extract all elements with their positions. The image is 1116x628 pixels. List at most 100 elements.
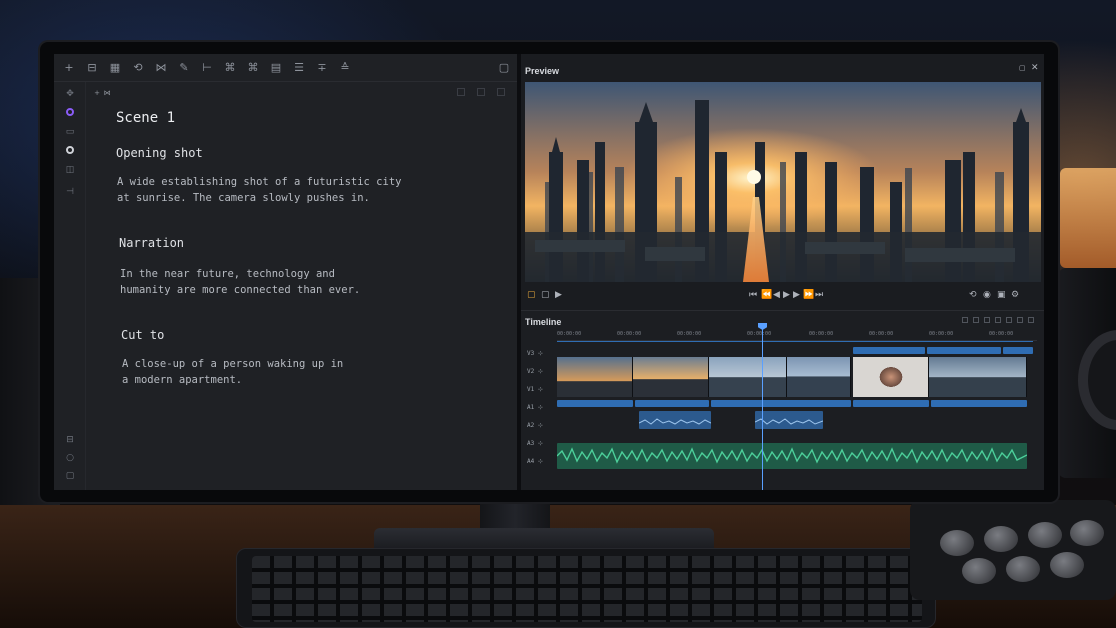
cmd-icon[interactable]: ⌘ — [223, 61, 237, 75]
step-back-icon[interactable]: ⏪ — [761, 290, 772, 300]
console-knob — [1028, 522, 1062, 548]
skip-start-icon[interactable]: ⏮ — [749, 290, 757, 300]
code-icon[interactable]: ⊣ — [64, 186, 76, 198]
view-toggle-icon[interactable] — [477, 88, 485, 96]
preview-viewer[interactable] — [525, 82, 1041, 282]
track-header[interactable]: V2 ⊹ — [527, 365, 555, 379]
timecode-label: 00:00:00 — [929, 331, 954, 337]
timeline-tools — [962, 317, 1034, 323]
video-clip-closeup[interactable] — [853, 357, 929, 397]
razor-tool-icon[interactable] — [962, 317, 968, 323]
track-header[interactable]: V3 ⊹ — [527, 347, 555, 361]
timecode-label: 00:00:00 — [617, 331, 642, 337]
music-clip[interactable] — [557, 443, 1027, 469]
circle-icon[interactable] — [66, 146, 74, 154]
timecode-label: 00:00:00 — [809, 331, 834, 337]
table-icon[interactable]: ▤ — [269, 61, 283, 75]
add-row-icon[interactable]: ∓ — [315, 61, 329, 75]
video-clip[interactable] — [633, 357, 709, 397]
keyboard-keys — [252, 556, 922, 622]
clip-bar[interactable] — [635, 400, 709, 407]
control-console — [910, 500, 1116, 600]
view-toggle-icon[interactable] — [497, 88, 505, 96]
editor-side-rail: ✥ ▭ ◫ ⊣ ⊟ ○ ▢ — [54, 82, 86, 490]
preview-timeline-pane: Preview ▢ ✕ ▢ ▢ ▶ ⏮ ⏪ ◀ ▶ ▶ ⏩ ⏭ ⟲ ◉ ▣ ⚙ … — [521, 54, 1044, 490]
timeline-panel: Timeline 00:00:00 00:00:00 00:00:00 00:0… — [521, 310, 1044, 490]
video-clip[interactable] — [929, 357, 1027, 397]
plus-icon[interactable]: + — [62, 61, 76, 75]
track-header[interactable]: A4 ⊹ — [527, 455, 555, 469]
list-icon[interactable]: ☰ — [292, 61, 306, 75]
next-frame-icon[interactable]: ▶ — [793, 290, 800, 300]
collapse-icon[interactable]: ≙ — [338, 61, 352, 75]
audio-clip[interactable] — [639, 411, 711, 429]
layers-icon[interactable]: ◫ — [64, 164, 76, 176]
export-icon[interactable]: ▣ — [997, 290, 1006, 300]
block-heading: Narration — [119, 236, 185, 250]
clip-bar[interactable] — [711, 400, 851, 407]
camera-icon[interactable]: ◉ — [983, 290, 991, 300]
pen-icon[interactable]: ✎ — [177, 61, 191, 75]
split-view-icon[interactable]: ⊟ — [64, 434, 76, 446]
marker-tool-icon[interactable] — [995, 317, 1001, 323]
editor-toolbar: + ⊟ ▦ ⟲ ⋈ ✎ ⊢ ⌘ ⌘ ▤ ☰ ∓ ≙ ▢ — [54, 54, 517, 82]
console-knob — [962, 558, 996, 584]
video-clip[interactable] — [709, 357, 787, 397]
clip-bar[interactable] — [927, 347, 1001, 354]
clock-icon[interactable]: ○ — [64, 452, 76, 464]
time-ruler[interactable]: 00:00:00 00:00:00 00:00:00 00:00:00 00:0… — [557, 331, 1037, 341]
track-header[interactable]: V1 ⊹ — [527, 383, 555, 397]
clip-bar[interactable] — [853, 347, 925, 354]
settings-icon[interactable]: ⚙ — [1011, 290, 1019, 300]
video-clip[interactable] — [787, 357, 851, 397]
track-header[interactable]: A1 ⊹ — [527, 401, 555, 415]
console-knob — [984, 526, 1018, 552]
close-icon[interactable]: ✕ — [1031, 63, 1039, 73]
settings-square-icon[interactable]: ▢ — [64, 470, 76, 482]
snap-tool-icon[interactable] — [973, 317, 979, 323]
zoom-in-icon[interactable] — [1006, 317, 1012, 323]
play-range-icon[interactable]: ▶ — [555, 290, 562, 300]
track-header[interactable]: A3 ⊹ — [527, 437, 555, 451]
audio-clip[interactable] — [755, 411, 823, 429]
move-icon[interactable]: ✥ — [64, 88, 76, 100]
video-clip[interactable] — [557, 357, 633, 397]
audio-waveform — [639, 418, 711, 425]
play-icon[interactable]: ▶ — [783, 290, 790, 300]
prev-frame-icon[interactable]: ◀ — [773, 290, 780, 300]
view-toggle-icon[interactable] — [457, 88, 465, 96]
cmd2-icon[interactable]: ⌘ — [246, 61, 260, 75]
console-knob — [1006, 556, 1040, 582]
playhead-handle[interactable] — [758, 323, 767, 330]
record-dot-icon[interactable] — [66, 108, 74, 116]
link-tool-icon[interactable] — [984, 317, 990, 323]
step-forward-icon[interactable]: ⏩ — [803, 290, 814, 300]
timecode-label: 00:00:00 — [989, 331, 1014, 337]
clip-bar[interactable] — [931, 400, 1027, 407]
screen: + ⊟ ▦ ⟲ ⋈ ✎ ⊢ ⌘ ⌘ ▤ ☰ ∓ ≙ ▢ ✥ ▭ ◫ ⊣ ⊟ ○ … — [54, 54, 1044, 490]
grid-icon[interactable]: ▦ — [108, 61, 122, 75]
out-point-icon[interactable]: ▢ — [541, 290, 550, 300]
timecode-label: 00:00:00 — [747, 331, 772, 337]
zoom-out-icon[interactable] — [1017, 317, 1023, 323]
align-icon[interactable]: ⊢ — [200, 61, 214, 75]
history-icon[interactable]: ⟲ — [131, 61, 145, 75]
image-icon[interactable]: ▭ — [64, 126, 76, 138]
restore-icon[interactable]: ▢ — [1019, 64, 1026, 72]
maximize-icon[interactable]: ▢ — [497, 61, 511, 75]
console-knob — [940, 530, 974, 556]
merge-icon[interactable]: ⋈ — [154, 61, 168, 75]
fit-icon[interactable] — [1028, 317, 1034, 323]
clip-bar[interactable] — [853, 400, 929, 407]
skip-end-icon[interactable]: ⏭ — [815, 290, 823, 300]
script-editor: + ⊟ ▦ ⟲ ⋈ ✎ ⊢ ⌘ ⌘ ▤ ☰ ∓ ≙ ▢ ✥ ▭ ◫ ⊣ ⊟ ○ … — [54, 54, 517, 490]
timecode-label: 00:00:00 — [677, 331, 702, 337]
clip-bar[interactable] — [557, 400, 633, 407]
link-icon[interactable]: ⋈ — [100, 86, 114, 100]
in-point-icon[interactable]: ▢ — [527, 290, 536, 300]
split-icon[interactable]: ⊟ — [85, 61, 99, 75]
track-header[interactable]: A2 ⊹ — [527, 419, 555, 433]
loop-icon[interactable]: ⟲ — [969, 290, 977, 300]
clip-bar[interactable] — [1003, 347, 1033, 354]
music-waveform — [557, 447, 1027, 464]
